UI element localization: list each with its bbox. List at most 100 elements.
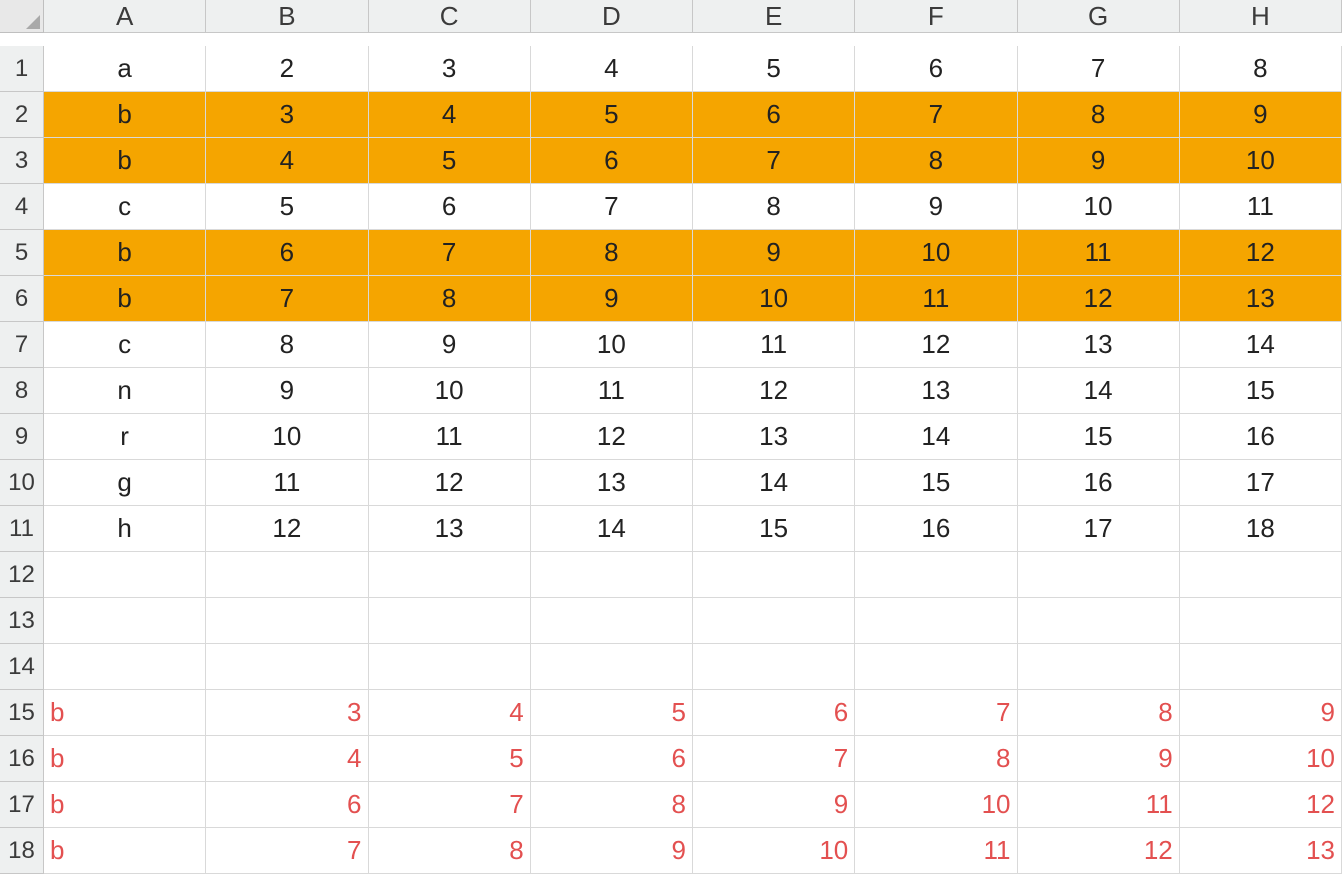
cell-D10[interactable]: 13 — [531, 460, 693, 506]
cell-B2[interactable]: 3 — [206, 92, 368, 138]
cell-D1[interactable]: 4 — [531, 46, 693, 92]
row-header-1[interactable]: 1 — [0, 46, 44, 92]
cell-D16[interactable]: 6 — [531, 736, 693, 782]
cell-A3[interactable]: b — [44, 138, 206, 184]
cell-G13[interactable] — [1018, 598, 1180, 644]
cell-E7[interactable]: 11 — [693, 322, 855, 368]
spreadsheet-grid[interactable]: A B C D E F G H 1a23456782b34567893b4567… — [0, 0, 1342, 874]
cell-A17[interactable]: b — [44, 782, 206, 828]
cell-C6[interactable]: 8 — [369, 276, 531, 322]
cell-H13[interactable] — [1180, 598, 1342, 644]
select-all-corner[interactable] — [0, 0, 44, 33]
cell-G1[interactable]: 7 — [1018, 46, 1180, 92]
cell-F5[interactable]: 10 — [855, 230, 1017, 276]
cell-B10[interactable]: 11 — [206, 460, 368, 506]
col-header-D[interactable]: D — [531, 0, 693, 33]
cell-C10[interactable]: 12 — [369, 460, 531, 506]
cell-G11[interactable]: 17 — [1018, 506, 1180, 552]
cell-G9[interactable]: 15 — [1018, 414, 1180, 460]
cell-F8[interactable]: 13 — [855, 368, 1017, 414]
cell-E4[interactable]: 8 — [693, 184, 855, 230]
row-header-15[interactable]: 15 — [0, 690, 44, 736]
cell-D5[interactable]: 8 — [531, 230, 693, 276]
cell-B9[interactable]: 10 — [206, 414, 368, 460]
cell-E14[interactable] — [693, 644, 855, 690]
cell-A10[interactable]: g — [44, 460, 206, 506]
row-header-18[interactable]: 18 — [0, 828, 44, 874]
cell-A7[interactable]: c — [44, 322, 206, 368]
cell-A13[interactable] — [44, 598, 206, 644]
cell-H10[interactable]: 17 — [1180, 460, 1342, 506]
col-header-C[interactable]: C — [369, 0, 531, 33]
cell-E13[interactable] — [693, 598, 855, 644]
row-header-7[interactable]: 7 — [0, 322, 44, 368]
cell-B15[interactable]: 3 — [206, 690, 368, 736]
cell-G14[interactable] — [1018, 644, 1180, 690]
cell-G10[interactable]: 16 — [1018, 460, 1180, 506]
cell-H7[interactable]: 14 — [1180, 322, 1342, 368]
cell-G12[interactable] — [1018, 552, 1180, 598]
cell-H2[interactable]: 9 — [1180, 92, 1342, 138]
row-header-4[interactable]: 4 — [0, 184, 44, 230]
row-header-11[interactable]: 11 — [0, 506, 44, 552]
cell-E11[interactable]: 15 — [693, 506, 855, 552]
cell-F6[interactable]: 11 — [855, 276, 1017, 322]
cell-B12[interactable] — [206, 552, 368, 598]
cell-G6[interactable]: 12 — [1018, 276, 1180, 322]
row-header-3[interactable]: 3 — [0, 138, 44, 184]
cell-A4[interactable]: c — [44, 184, 206, 230]
cell-D2[interactable]: 5 — [531, 92, 693, 138]
cell-E3[interactable]: 7 — [693, 138, 855, 184]
cell-B16[interactable]: 4 — [206, 736, 368, 782]
cell-E18[interactable]: 10 — [693, 828, 855, 874]
cell-D3[interactable]: 6 — [531, 138, 693, 184]
cell-H3[interactable]: 10 — [1180, 138, 1342, 184]
cell-A8[interactable]: n — [44, 368, 206, 414]
row-header-14[interactable]: 14 — [0, 644, 44, 690]
cell-D8[interactable]: 11 — [531, 368, 693, 414]
cell-D6[interactable]: 9 — [531, 276, 693, 322]
col-header-F[interactable]: F — [855, 0, 1017, 33]
cell-D15[interactable]: 5 — [531, 690, 693, 736]
cell-E6[interactable]: 10 — [693, 276, 855, 322]
cell-H11[interactable]: 18 — [1180, 506, 1342, 552]
cell-F7[interactable]: 12 — [855, 322, 1017, 368]
cell-A2[interactable]: b — [44, 92, 206, 138]
cell-C5[interactable]: 7 — [369, 230, 531, 276]
row-header-5[interactable]: 5 — [0, 230, 44, 276]
cell-C11[interactable]: 13 — [369, 506, 531, 552]
cell-D4[interactable]: 7 — [531, 184, 693, 230]
cell-C2[interactable]: 4 — [369, 92, 531, 138]
cell-B13[interactable] — [206, 598, 368, 644]
cell-G17[interactable]: 11 — [1018, 782, 1180, 828]
cell-H16[interactable]: 10 — [1180, 736, 1342, 782]
cell-C16[interactable]: 5 — [369, 736, 531, 782]
cell-F12[interactable] — [855, 552, 1017, 598]
cell-F15[interactable]: 7 — [855, 690, 1017, 736]
cell-F11[interactable]: 16 — [855, 506, 1017, 552]
cell-A15[interactable]: b — [44, 690, 206, 736]
cell-E5[interactable]: 9 — [693, 230, 855, 276]
cell-H8[interactable]: 15 — [1180, 368, 1342, 414]
cell-D18[interactable]: 9 — [531, 828, 693, 874]
cell-H18[interactable]: 13 — [1180, 828, 1342, 874]
cell-C12[interactable] — [369, 552, 531, 598]
row-header-8[interactable]: 8 — [0, 368, 44, 414]
cell-H6[interactable]: 13 — [1180, 276, 1342, 322]
cell-H1[interactable]: 8 — [1180, 46, 1342, 92]
cell-C13[interactable] — [369, 598, 531, 644]
cell-E15[interactable]: 6 — [693, 690, 855, 736]
cell-D14[interactable] — [531, 644, 693, 690]
cell-B17[interactable]: 6 — [206, 782, 368, 828]
cell-H5[interactable]: 12 — [1180, 230, 1342, 276]
cell-C3[interactable]: 5 — [369, 138, 531, 184]
cell-B11[interactable]: 12 — [206, 506, 368, 552]
cell-C8[interactable]: 10 — [369, 368, 531, 414]
cell-F17[interactable]: 10 — [855, 782, 1017, 828]
cell-F13[interactable] — [855, 598, 1017, 644]
col-header-H[interactable]: H — [1180, 0, 1342, 33]
cell-A11[interactable]: h — [44, 506, 206, 552]
cell-A5[interactable]: b — [44, 230, 206, 276]
row-header-9[interactable]: 9 — [0, 414, 44, 460]
cell-D7[interactable]: 10 — [531, 322, 693, 368]
